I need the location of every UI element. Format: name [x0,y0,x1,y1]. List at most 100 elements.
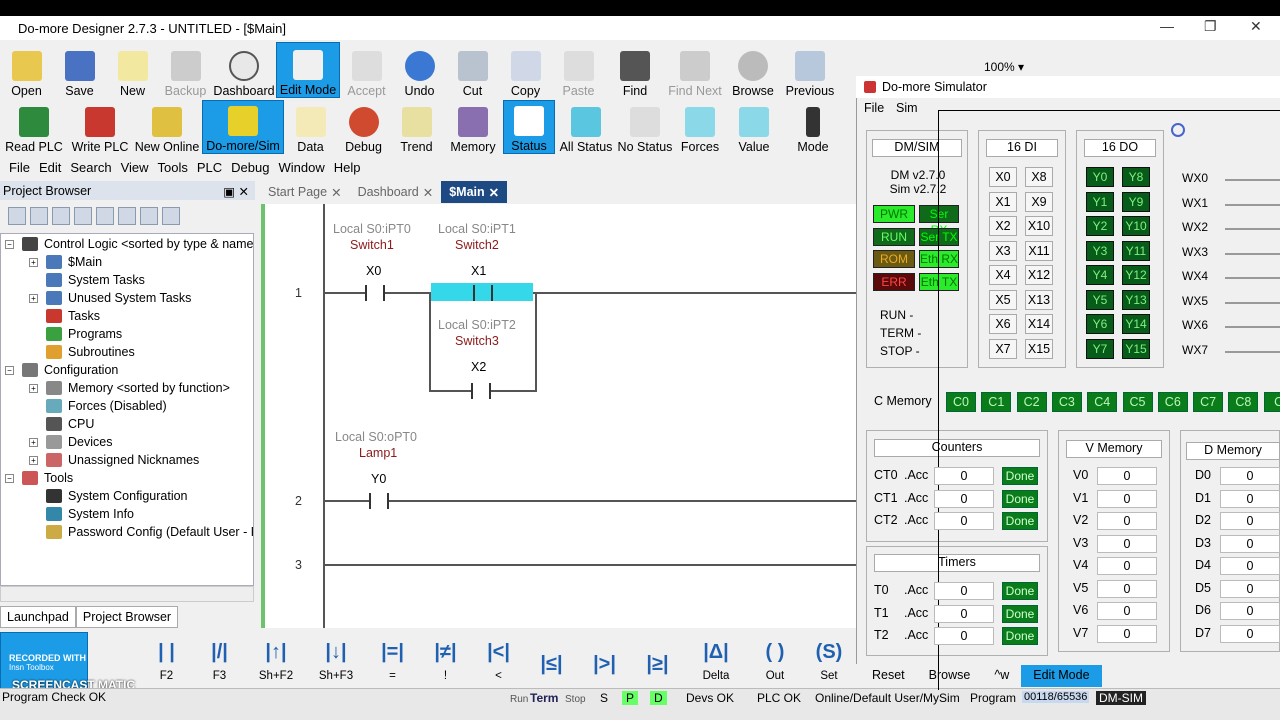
mode-term[interactable]: TERM - [880,324,921,342]
cut-button[interactable]: Cut [446,42,499,98]
di-button-x13[interactable]: X13 [1025,289,1053,310]
greater-equal-button[interactable]: |≥| [631,630,684,686]
tree-item-subroutines[interactable]: Subroutines [46,345,135,359]
wx-slider[interactable] [1225,326,1280,328]
mode-button[interactable]: Mode [781,100,845,154]
tool-icon-6[interactable] [118,207,136,225]
tab-dashboard[interactable]: Dashboard ✕ [350,181,442,203]
tree-item-tools[interactable]: − Tools [5,471,73,485]
accept-button[interactable]: Accept [340,42,393,98]
c-bit-2[interactable]: C2 [1016,392,1047,412]
d-value[interactable]: 0 [1220,579,1280,598]
wx-slider[interactable] [1225,203,1280,206]
paste-button[interactable]: Paste [552,42,605,98]
di-button-x7[interactable]: X7 [989,338,1017,359]
undo-button[interactable]: Undo [393,42,446,98]
do-more-sim-button[interactable]: Do-more/Sim [202,100,284,154]
tree-item-password-config[interactable]: Password Config (Default User - R [46,525,253,539]
c-bit-0[interactable]: C0 [946,392,976,412]
contact-x1[interactable] [473,285,475,301]
tree-item-unused-system-tasks[interactable]: + Unused System Tasks [29,291,191,305]
v-value[interactable]: 0 [1097,512,1157,530]
write-plc-button[interactable]: Write PLC [68,100,132,154]
tree-item-tasks[interactable]: Tasks [46,309,100,323]
sim-menu-sim[interactable]: Sim [896,101,918,115]
contact-x2[interactable] [471,383,473,399]
minimize-icon[interactable]: — [1160,18,1174,34]
acc-value[interactable]: 0 [934,467,994,485]
close-icon[interactable]: ✕ [423,185,433,200]
mode-run[interactable]: RUN - [880,306,921,324]
new-button[interactable]: New [106,42,159,98]
forces-button[interactable]: Forces [673,100,727,154]
tree-item-forces[interactable]: Forces (Disabled) [46,399,167,413]
wx-slider[interactable] [1225,228,1280,230]
tool-icon-1[interactable] [8,207,26,225]
d-value[interactable]: 0 [1220,489,1280,508]
menu-search[interactable]: Search [70,160,111,175]
edit-mode-toggle[interactable]: Edit Mode [1021,665,1102,687]
wx-slider[interactable] [1225,277,1280,279]
restore-icon[interactable]: ❐ [1204,18,1217,35]
menu-file[interactable]: File [9,160,30,175]
memory-button[interactable]: Memory [443,100,503,154]
acc-value[interactable]: 0 [934,604,994,623]
c-bit-4[interactable]: C4 [1087,392,1118,412]
reset-button[interactable]: Reset [860,665,917,687]
menu-view[interactable]: View [121,160,149,175]
c-bit-9[interactable]: C [1263,392,1280,412]
wire-button[interactable]: ^w [982,665,1021,687]
c-bit-3[interactable]: C3 [1051,392,1082,412]
tree-item-control-logic[interactable]: − Control Logic <sorted by type & name> [5,237,253,251]
di-button-x8[interactable]: X8 [1025,167,1053,187]
trend-button[interactable]: Trend [390,100,443,154]
tab-project-browser[interactable]: Project Browser [75,606,179,628]
open-button[interactable]: Open [0,42,53,98]
menu-debug[interactable]: Debug [231,160,269,175]
menu-tools[interactable]: Tools [158,160,188,175]
wx-slider[interactable] [1225,179,1280,181]
tree-item-memory[interactable]: + Memory <sorted by function> [29,381,230,395]
pin-icon[interactable]: ▣ ✕ [223,184,249,199]
normally-closed-button[interactable]: |/| F3 [193,630,246,686]
tab-launchpad[interactable]: Launchpad [0,606,76,628]
save-button[interactable]: Save [53,42,106,98]
v-value[interactable]: 0 [1097,534,1157,553]
acc-value[interactable]: 0 [934,582,994,600]
tree-item-cpu[interactable]: CPU [46,417,94,431]
normally-open-button[interactable]: | | F2 [140,630,193,686]
tree-item-system-tasks[interactable]: System Tasks [46,273,145,287]
wx-slider[interactable] [1225,252,1280,255]
di-button-x6[interactable]: X6 [989,314,1017,334]
find-button[interactable]: Find [605,42,665,98]
d-value[interactable]: 0 [1220,512,1280,530]
backup-button[interactable]: Backup [159,42,212,98]
tree-item-main[interactable]: + $Main [29,255,102,269]
c-bit-7[interactable]: C7 [1193,392,1224,412]
c-bit-5[interactable]: C5 [1122,392,1153,412]
browse-button[interactable]: Browse [725,42,781,98]
edit-mode-button[interactable]: Edit Mode [276,42,340,98]
not-equal-compare-button[interactable]: |≠|! [419,630,472,686]
d-value[interactable]: 0 [1220,557,1280,575]
di-button-x5[interactable]: X5 [989,289,1017,310]
di-button-x3[interactable]: X3 [989,240,1017,261]
di-button-x2[interactable]: X2 [989,216,1017,236]
falling-edge-button[interactable]: |↓| Sh+F3 [306,630,366,686]
set-coil-button[interactable]: (S) Set [802,630,856,686]
d-value[interactable]: 0 [1220,602,1280,620]
tool-icon-5[interactable] [96,207,114,225]
copy-button[interactable]: Copy [499,42,552,98]
close-icon[interactable]: ✕ [331,185,341,200]
new-online-button[interactable]: New Online [132,100,202,154]
di-button-x0[interactable]: X0 [989,167,1017,187]
value-button[interactable]: Value [727,100,781,154]
out-coil-button[interactable]: ( ) Out [748,630,802,686]
find-next-button[interactable]: Find Next [665,42,725,98]
v-value[interactable]: 0 [1097,602,1157,620]
tree-item-system-info[interactable]: System Info [46,507,134,521]
tree-item-system-configuration[interactable]: System Configuration [46,489,188,503]
di-button-x12[interactable]: X12 [1025,265,1053,285]
all-status-button[interactable]: All Status [555,100,617,154]
tool-icon-8[interactable] [162,207,180,225]
